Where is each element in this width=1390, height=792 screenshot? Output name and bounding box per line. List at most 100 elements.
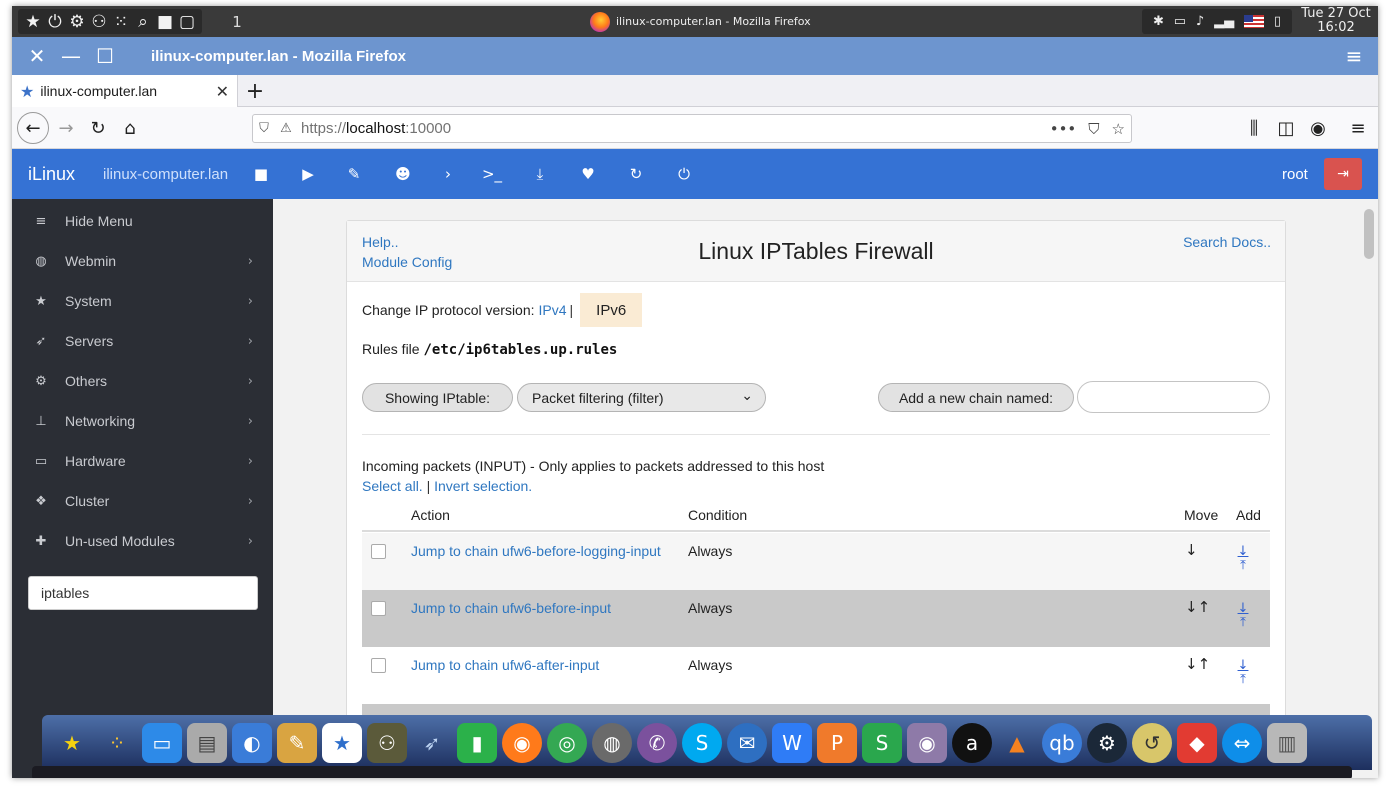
- qbittorrent-icon[interactable]: qb: [1042, 722, 1082, 763]
- signal-icon[interactable]: ▂▄: [1214, 14, 1234, 29]
- row-checkbox[interactable]: [371, 601, 386, 616]
- back-arrow-icon[interactable]: ←: [17, 112, 49, 144]
- page-actions-more-icon[interactable]: •••: [1050, 120, 1077, 138]
- sidebar-search-input[interactable]: iptables: [28, 576, 258, 610]
- sidebar-toggle-icon[interactable]: ◫: [1270, 112, 1302, 144]
- reload-icon[interactable]: ↻: [82, 112, 114, 144]
- sidebar-item-unused-modules[interactable]: ✚ Un-used Modules ›: [12, 521, 273, 561]
- binoculars-icon[interactable]: ⚇: [367, 722, 407, 763]
- pencil-icon[interactable]: ✎: [340, 149, 368, 199]
- search-docs-link[interactable]: Search Docs..: [1183, 234, 1271, 250]
- window-minimize-icon[interactable]: —: [56, 37, 86, 75]
- sidebar-item-servers[interactable]: ➶ Servers ›: [12, 321, 273, 361]
- users-icon[interactable]: ☻: [389, 149, 417, 199]
- browser-tab[interactable]: ★ ilinux-computer.lan ✕: [12, 75, 238, 107]
- wps-writer-icon[interactable]: W: [772, 722, 812, 763]
- desktop-icon[interactable]: ▭: [142, 722, 182, 763]
- settings-toggle-icon[interactable]: ◐: [232, 722, 272, 763]
- play-icon[interactable]: ▶: [294, 149, 322, 199]
- new-chain-name-input[interactable]: [1077, 381, 1270, 413]
- home-icon[interactable]: ⌂: [114, 112, 146, 144]
- window-close-icon[interactable]: ✕: [22, 37, 52, 75]
- shield-icon[interactable]: ⛉: [253, 121, 275, 136]
- logout-icon[interactable]: ⇥: [1324, 158, 1362, 190]
- search-icon[interactable]: ⌕: [132, 11, 154, 33]
- viber-icon[interactable]: ✆: [637, 722, 677, 763]
- chevron-right-icon[interactable]: ›: [434, 149, 462, 199]
- pocket-icon[interactable]: ⛉: [1088, 120, 1099, 138]
- invert-selection-link[interactable]: Invert selection.: [434, 478, 532, 494]
- account-icon[interactable]: ◉: [1302, 112, 1334, 144]
- add-rule-icon[interactable]: ↓ ⤒: [1236, 602, 1250, 630]
- sidebar-item-others[interactable]: ⚙ Others ›: [12, 361, 273, 401]
- pipe-icon[interactable]: ▮: [457, 722, 497, 763]
- sidebar-item-system[interactable]: ★ System ›: [12, 281, 273, 321]
- chrome-icon[interactable]: ◎: [547, 722, 587, 763]
- earth-pro-icon[interactable]: ◍: [592, 722, 632, 763]
- anydesk-icon[interactable]: a: [952, 722, 992, 763]
- palette-icon[interactable]: ✎: [277, 722, 317, 763]
- select-all-link[interactable]: Select all.: [362, 478, 423, 494]
- bookmark-star-icon[interactable]: ☆: [1112, 120, 1125, 138]
- add-rule-icon[interactable]: ↓ ⤒: [1236, 659, 1250, 687]
- insecure-lock-warning-icon[interactable]: ⚠: [275, 121, 297, 136]
- webmin-brand[interactable]: iLinux: [28, 149, 75, 199]
- scrollbar-thumb[interactable]: [1364, 209, 1374, 259]
- folder-icon[interactable]: ■: [154, 11, 176, 33]
- url-text[interactable]: https://localhost:10000: [301, 120, 451, 137]
- forward-arrow-icon[interactable]: →: [50, 112, 82, 144]
- star-icon[interactable]: ★: [52, 723, 92, 763]
- sidebar-item-networking[interactable]: ⊥ Networking ›: [12, 401, 273, 441]
- help-link[interactable]: Help..: [362, 234, 399, 250]
- steam-icon[interactable]: ⚙: [1087, 722, 1127, 763]
- terminal-icon[interactable]: >_: [478, 149, 506, 199]
- tab-close-icon[interactable]: ✕: [216, 82, 229, 101]
- keyboard-layout-flag-icon[interactable]: [1244, 15, 1264, 28]
- vlc-icon[interactable]: ▲: [997, 723, 1037, 763]
- window-maximize-icon[interactable]: ☐: [90, 37, 120, 75]
- skype-icon[interactable]: S: [682, 722, 722, 763]
- webmin-hostname[interactable]: ilinux-computer.lan: [103, 149, 228, 199]
- move-arrows-icon[interactable]: ↓↑: [1185, 598, 1210, 616]
- page-scrollbar[interactable]: [1360, 199, 1378, 778]
- webcam-icon[interactable]: ◉: [907, 722, 947, 763]
- refresh-icon[interactable]: ↻: [622, 149, 650, 199]
- clipboard-icon[interactable]: ▯: [1274, 14, 1281, 29]
- rocket-icon[interactable]: ➶: [412, 723, 452, 763]
- mail-icon[interactable]: ✉: [727, 722, 767, 763]
- iptable-select[interactable]: Packet filtering (filter) ⌄: [517, 383, 766, 412]
- rule-action-link[interactable]: Jump to chain ufw6-after-input: [411, 657, 599, 673]
- battery-icon[interactable]: ▭: [1174, 14, 1186, 29]
- bluetooth-icon[interactable]: ✱: [1153, 14, 1164, 29]
- module-config-link[interactable]: Module Config: [362, 254, 452, 270]
- toggle-icon[interactable]: ⚙: [66, 11, 88, 33]
- power-icon[interactable]: ⏻: [44, 11, 66, 33]
- rule-action-link[interactable]: Jump to chain ufw6-before-input: [411, 600, 611, 616]
- backup-icon[interactable]: ↺: [1132, 722, 1172, 763]
- window-icon[interactable]: ▢: [176, 11, 198, 33]
- url-bar[interactable]: ⛉ ⚠ https://localhost:10000 ••• ⛉ ☆: [252, 114, 1132, 143]
- current-user[interactable]: root: [1282, 149, 1308, 199]
- ipv4-link[interactable]: IPv4: [539, 302, 567, 318]
- wps-presentation-icon[interactable]: P: [817, 722, 857, 763]
- add-chain-button[interactable]: Add a new chain named:: [878, 383, 1074, 412]
- sidebar-item-hide-menu[interactable]: ≡ Hide Menu: [12, 201, 273, 241]
- window-menu-icon[interactable]: ≡: [1339, 37, 1369, 75]
- wps-spreadsheet-icon[interactable]: S: [862, 722, 902, 763]
- browser-menu-icon[interactable]: ≡: [1342, 112, 1374, 144]
- new-tab-icon[interactable]: +: [242, 75, 268, 107]
- favorites-star-icon[interactable]: ★: [22, 11, 44, 33]
- row-checkbox[interactable]: [371, 658, 386, 673]
- download-icon[interactable]: ⤓: [526, 149, 554, 199]
- folder-icon[interactable]: ■: [247, 149, 275, 199]
- trash-icon[interactable]: ▥: [1267, 722, 1307, 763]
- power-icon[interactable]: ⏻: [670, 149, 698, 199]
- heartbeat-icon[interactable]: ♥: [574, 149, 602, 199]
- volume-icon[interactable]: ♪: [1196, 14, 1204, 29]
- showing-iptable-button[interactable]: Showing IPtable:: [362, 383, 513, 412]
- file-cabinet-icon[interactable]: ▤: [187, 722, 227, 763]
- library-icon[interactable]: ⫼: [1238, 112, 1270, 144]
- bookmark-icon[interactable]: ★: [322, 722, 362, 763]
- teamviewer-icon[interactable]: ⇔: [1222, 722, 1262, 763]
- firefox-icon[interactable]: ◉: [502, 722, 542, 763]
